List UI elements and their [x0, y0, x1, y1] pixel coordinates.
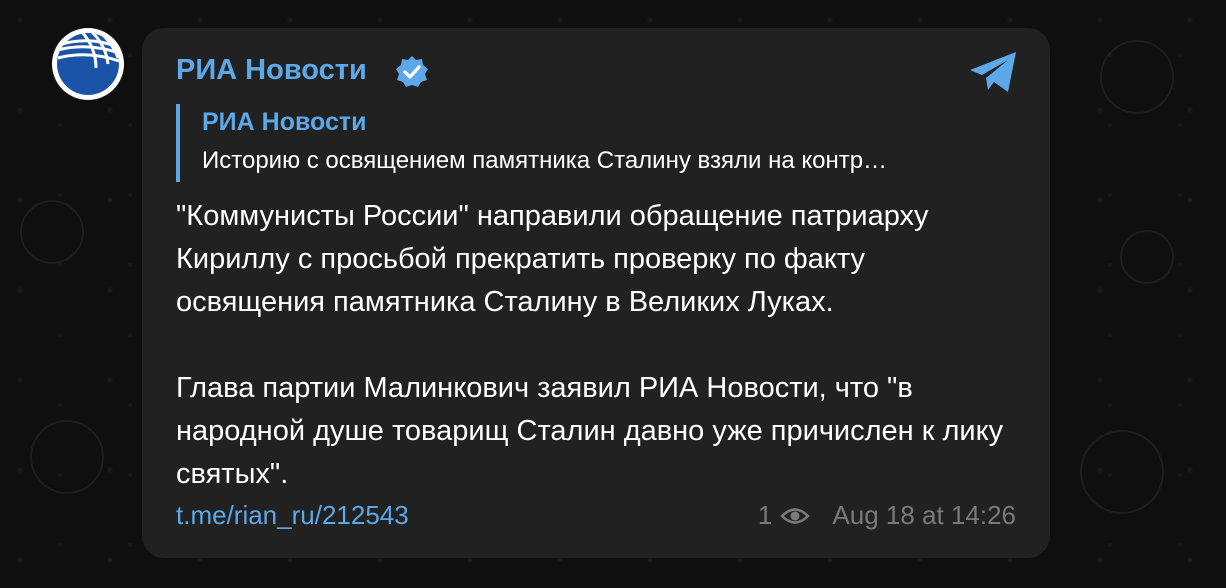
timestamp: Aug 18 at 14:26: [832, 500, 1016, 530]
message-meta: 1 Aug 18 at 14:26: [758, 500, 1016, 531]
message-paragraph: Глава партии Малинкович заявил РИА Новос…: [176, 372, 1004, 490]
ria-novosti-logo-icon: [53, 29, 123, 99]
reply-channel-name: РИА Новости: [202, 108, 367, 136]
eye-icon: [780, 507, 811, 524]
view-count: 1: [757, 500, 773, 530]
background-doodle: [1080, 430, 1164, 514]
message-link[interactable]: t.me/rian_ru/212543: [176, 500, 409, 531]
message-bubble: РИА Новости РИА Новости Историю с освяще…: [142, 28, 1050, 558]
reply-preview-text: Историю с освящением памятника Сталину в…: [202, 147, 888, 174]
background-doodle: [1120, 230, 1174, 284]
channel-name[interactable]: РИА Новости: [176, 54, 367, 87]
background-doodle: [20, 200, 84, 264]
background-doodle: [30, 420, 104, 494]
reply-quote[interactable]: РИА Новости Историю с освящением памятни…: [176, 104, 1020, 182]
verified-badge-icon: [396, 56, 428, 87]
background-doodle: [1100, 40, 1174, 114]
channel-avatar[interactable]: [52, 28, 124, 100]
telegram-share-icon[interactable]: [966, 48, 1022, 96]
message-text: "Коммунисты России" направили обращение …: [176, 195, 1022, 496]
message-paragraph: "Коммунисты России" направили обращение …: [176, 200, 929, 318]
